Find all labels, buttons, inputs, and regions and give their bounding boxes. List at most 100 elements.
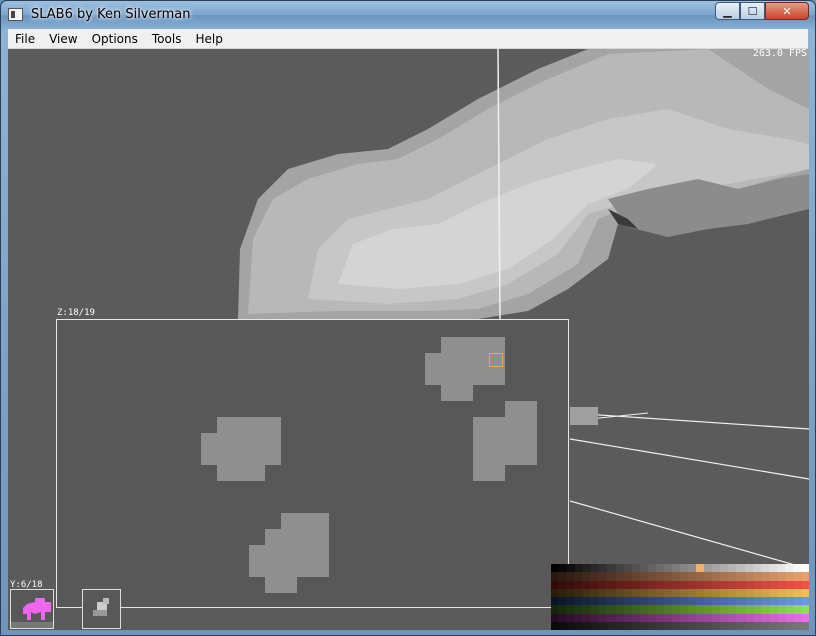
menu-help[interactable]: Help [188, 29, 229, 48]
palette-swatch[interactable] [663, 605, 672, 614]
palette-swatch[interactable] [776, 564, 785, 573]
palette-swatch[interactable] [768, 621, 777, 630]
palette-swatch[interactable] [559, 621, 568, 630]
palette-swatch[interactable] [607, 580, 616, 589]
palette-swatch[interactable] [623, 564, 632, 573]
palette-swatch[interactable] [760, 580, 769, 589]
palette-swatch[interactable] [671, 597, 680, 606]
palette-swatch[interactable] [663, 572, 672, 581]
palette-swatch[interactable] [551, 597, 560, 606]
palette-swatch[interactable] [575, 621, 584, 630]
palette-swatch[interactable] [647, 564, 656, 573]
palette-swatch[interactable] [688, 580, 697, 589]
palette-swatch[interactable] [663, 564, 672, 573]
palette-swatch[interactable] [736, 621, 745, 630]
palette-swatch[interactable] [704, 605, 713, 614]
palette-swatch[interactable] [615, 605, 624, 614]
palette-swatch[interactable] [623, 621, 632, 630]
palette-swatch[interactable] [712, 613, 721, 622]
palette-swatch[interactable] [760, 613, 769, 622]
palette-swatch[interactable] [671, 588, 680, 597]
palette-swatch[interactable] [663, 580, 672, 589]
palette-swatch[interactable] [631, 588, 640, 597]
palette-swatch[interactable] [559, 572, 568, 581]
palette-swatch[interactable] [599, 564, 608, 573]
palette-swatch[interactable] [744, 572, 753, 581]
palette-swatch[interactable] [752, 621, 761, 630]
app-icon[interactable] [8, 8, 23, 21]
palette-swatch[interactable] [567, 605, 576, 614]
palette-swatch[interactable] [792, 588, 801, 597]
palette-swatch[interactable] [752, 605, 761, 614]
palette-swatch[interactable] [712, 572, 721, 581]
palette-swatch[interactable] [599, 588, 608, 597]
palette-swatch[interactable] [768, 588, 777, 597]
palette-swatch[interactable] [551, 580, 560, 589]
palette-swatch[interactable] [736, 605, 745, 614]
palette-swatch[interactable] [671, 621, 680, 630]
palette-swatch[interactable] [671, 605, 680, 614]
palette-swatch[interactable] [720, 572, 729, 581]
palette-swatch[interactable] [776, 588, 785, 597]
palette-swatch[interactable] [736, 597, 745, 606]
palette-swatch[interactable] [688, 588, 697, 597]
palette-swatch[interactable] [784, 564, 793, 573]
palette-swatch[interactable] [776, 605, 785, 614]
palette-swatch[interactable] [712, 605, 721, 614]
palette-swatch[interactable] [559, 613, 568, 622]
palette-swatch[interactable] [704, 564, 713, 573]
palette-swatch[interactable] [712, 597, 721, 606]
palette-swatch[interactable] [696, 580, 705, 589]
palette-swatch[interactable] [704, 580, 713, 589]
palette-swatch[interactable] [575, 605, 584, 614]
title-bar[interactable]: SLAB6 by Ken Silverman ▁ ☐ ✕ [1, 1, 815, 29]
palette-swatch[interactable] [575, 588, 584, 597]
palette-swatch[interactable] [567, 588, 576, 597]
palette-swatch[interactable] [720, 564, 729, 573]
palette-swatch[interactable] [768, 572, 777, 581]
palette-swatch[interactable] [712, 580, 721, 589]
palette-swatch[interactable] [760, 597, 769, 606]
palette-swatch[interactable] [728, 605, 737, 614]
close-button[interactable]: ✕ [765, 2, 809, 20]
palette-swatch[interactable] [792, 613, 801, 622]
palette-swatch[interactable] [655, 588, 664, 597]
palette-swatch[interactable] [744, 605, 753, 614]
palette-swatch[interactable] [623, 605, 632, 614]
palette-swatch[interactable] [567, 621, 576, 630]
palette-swatch[interactable] [591, 580, 600, 589]
palette-swatch[interactable] [776, 572, 785, 581]
palette-swatch[interactable] [800, 613, 809, 622]
palette-swatch[interactable] [631, 572, 640, 581]
palette-swatch[interactable] [591, 564, 600, 573]
palette-swatch[interactable] [591, 597, 600, 606]
palette-swatch[interactable] [696, 588, 705, 597]
palette-swatch[interactable] [688, 621, 697, 630]
palette-swatch[interactable] [599, 572, 608, 581]
palette-swatch[interactable] [752, 613, 761, 622]
palette-swatch[interactable] [728, 572, 737, 581]
palette-swatch[interactable] [768, 564, 777, 573]
palette-swatch[interactable] [647, 597, 656, 606]
y-slice-thumbnail[interactable] [10, 589, 54, 629]
palette-swatch[interactable] [736, 572, 745, 581]
palette-swatch[interactable] [736, 580, 745, 589]
palette-swatch[interactable] [760, 572, 769, 581]
palette-swatch[interactable] [647, 605, 656, 614]
palette-swatch[interactable] [744, 621, 753, 630]
palette-swatch[interactable] [744, 588, 753, 597]
palette-swatch[interactable] [784, 572, 793, 581]
palette-swatch[interactable] [784, 605, 793, 614]
palette-swatch[interactable] [776, 580, 785, 589]
palette-swatch[interactable] [583, 572, 592, 581]
palette-swatch[interactable] [800, 564, 809, 573]
palette-swatch[interactable] [792, 597, 801, 606]
palette-swatch[interactable] [631, 564, 640, 573]
palette-swatch[interactable] [768, 605, 777, 614]
palette-swatch[interactable] [800, 572, 809, 581]
palette-swatch[interactable] [647, 572, 656, 581]
palette-swatch[interactable] [712, 588, 721, 597]
palette-swatch[interactable] [607, 572, 616, 581]
palette-swatch[interactable] [599, 621, 608, 630]
palette-swatch[interactable] [784, 580, 793, 589]
